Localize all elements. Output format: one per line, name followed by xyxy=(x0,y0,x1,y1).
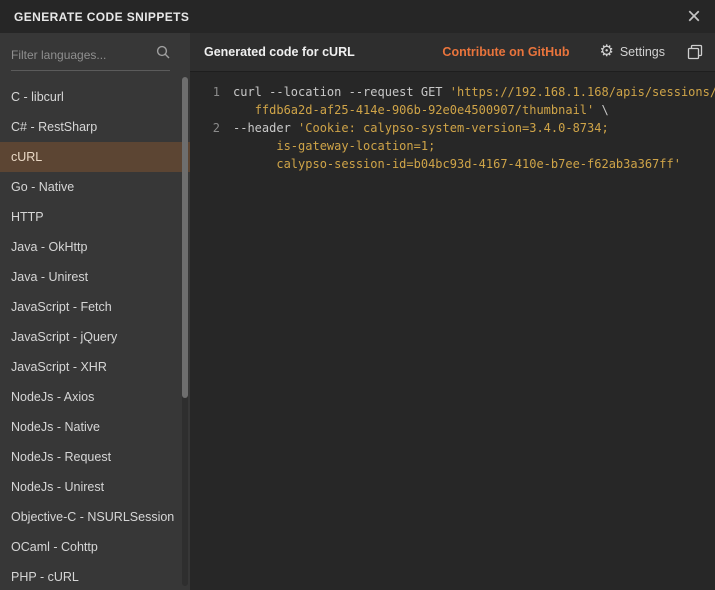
code-line: --header 'Cookie: calypso-system-version… xyxy=(233,119,609,137)
line-number xyxy=(190,137,220,155)
filter-container xyxy=(0,33,190,75)
sidebar-item-c-libcurl[interactable]: C - libcurl xyxy=(0,82,190,112)
code-line: calypso-session-id=b04bc93d-4167-410e-b7… xyxy=(233,155,681,173)
code-panel-header: Generated code for cURL Contribute on Gi… xyxy=(190,33,715,72)
sidebar-item-nodejs-unirest[interactable]: NodeJs - Unirest xyxy=(0,472,190,502)
code-panel: Generated code for cURL Contribute on Gi… xyxy=(190,33,715,590)
code-line: ffdb6a2d-af25-414e-906b-92e0e4500907/thu… xyxy=(233,101,609,119)
copy-button[interactable] xyxy=(687,44,703,60)
dialog-body: C - libcurlC# - RestSharpcURLGo - Native… xyxy=(0,33,715,590)
sidebar-item-curl[interactable]: cURL xyxy=(0,142,190,172)
sidebar-item-nodejs-native[interactable]: NodeJs - Native xyxy=(0,412,190,442)
generate-code-snippets-dialog: GENERATE CODE SNIPPETS × C - libcurlC# -… xyxy=(0,0,715,590)
language-list: C - libcurlC# - RestSharpcURLGo - Native… xyxy=(0,75,190,590)
line-number xyxy=(190,101,220,119)
sidebar-item-javascript-jquery[interactable]: JavaScript - jQuery xyxy=(0,322,190,352)
sidebar-item-objective-c-nsurlsession[interactable]: Objective-C - NSURLSession xyxy=(0,502,190,532)
sidebar-scrollbar-thumb[interactable] xyxy=(182,77,188,398)
generated-code-title: Generated code for cURL xyxy=(204,45,442,59)
sidebar-item-java-okhttp[interactable]: Java - OkHttp xyxy=(0,232,190,262)
line-number: 2 xyxy=(190,119,220,137)
settings-button[interactable]: ⚙ Settings xyxy=(599,44,665,60)
code-line: curl --location --request GET 'https://1… xyxy=(233,83,715,101)
copy-icon xyxy=(687,44,703,60)
language-sidebar: C - libcurlC# - RestSharpcURLGo - Native… xyxy=(0,33,190,590)
sidebar-item-go-native[interactable]: Go - Native xyxy=(0,172,190,202)
dialog-title: GENERATE CODE SNIPPETS xyxy=(14,10,189,24)
sidebar-scrollbar xyxy=(182,77,188,586)
close-icon[interactable]: × xyxy=(687,7,701,27)
code-block: 1 curl --location --request GET 'https://… xyxy=(190,72,715,590)
search-icon xyxy=(156,45,170,64)
sidebar-item-http[interactable]: HTTP xyxy=(0,202,190,232)
sidebar-item-nodejs-axios[interactable]: NodeJs - Axios xyxy=(0,382,190,412)
sidebar-item-ocaml-cohttp[interactable]: OCaml - Cohttp xyxy=(0,532,190,562)
sidebar-item-javascript-xhr[interactable]: JavaScript - XHR xyxy=(0,352,190,382)
sidebar-item-php-curl[interactable]: PHP - cURL xyxy=(0,562,190,590)
sidebar-item-javascript-fetch[interactable]: JavaScript - Fetch xyxy=(0,292,190,322)
line-number: 1 xyxy=(190,83,220,101)
contribute-on-github-link[interactable]: Contribute on GitHub xyxy=(442,45,569,59)
sidebar-item-nodejs-request[interactable]: NodeJs - Request xyxy=(0,442,190,472)
dialog-titlebar: GENERATE CODE SNIPPETS × xyxy=(0,0,715,33)
gear-icon: ⚙ xyxy=(599,44,613,60)
sidebar-item-c-restsharp[interactable]: C# - RestSharp xyxy=(0,112,190,142)
sidebar-item-java-unirest[interactable]: Java - Unirest xyxy=(0,262,190,292)
filter-languages-input[interactable] xyxy=(11,48,152,62)
line-number xyxy=(190,155,220,173)
code-line: is-gateway-location=1; xyxy=(233,137,435,155)
settings-label: Settings xyxy=(620,45,665,59)
